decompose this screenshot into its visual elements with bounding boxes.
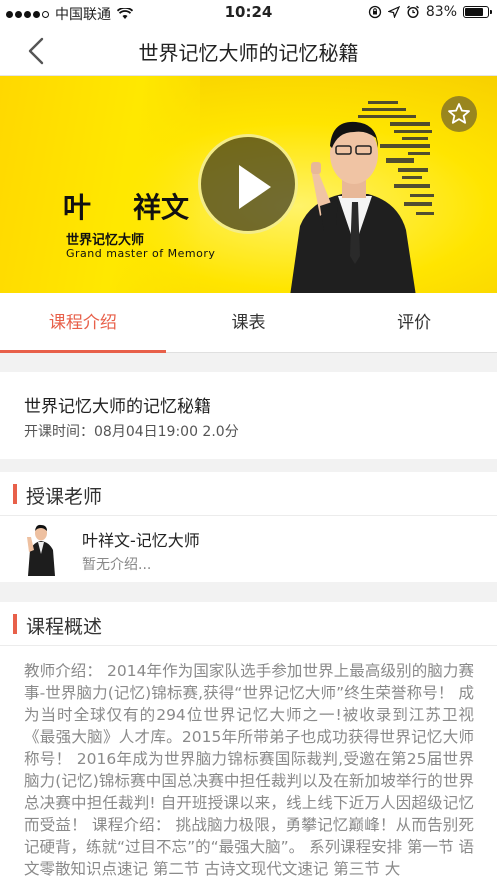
teacher-list-item[interactable]: 叶祥文-记忆大师 暂无介绍... <box>0 516 497 582</box>
play-button[interactable] <box>198 134 298 234</box>
star-icon <box>448 103 470 124</box>
course-info-card: 世界记忆大师的记忆秘籍 开课时间：08月04日19:00 2.0分 <box>0 372 497 459</box>
video-banner[interactable]: 叶祥文 世界记忆大师 Grand master of Memory <box>0 76 497 293</box>
battery-percent: 83% <box>425 4 457 20</box>
play-icon <box>239 165 271 209</box>
course-overview: 教师介绍： 2014年作为国家队选手参加世界上最高级别的脑力赛事-世界脑力(记忆… <box>0 646 497 883</box>
section-title: 课程概述 <box>26 616 103 638</box>
teacher-name: 叶祥文-记忆大师 <box>82 531 200 550</box>
status-bar: 中国联通 10:24 83% <box>0 0 497 26</box>
tab-schedule[interactable]: 课表 <box>166 293 332 352</box>
avatar <box>26 522 56 576</box>
teacher-section-header: 授课老师 <box>0 472 497 516</box>
nav-bar: 世界记忆大师的记忆秘籍 <box>0 26 497 76</box>
overview-section-header: 课程概述 <box>0 602 497 646</box>
teacher-photo <box>290 121 416 293</box>
battery-icon <box>463 6 492 18</box>
page-title: 世界记忆大师的记忆秘籍 <box>138 41 359 65</box>
teacher-title-cn: 世界记忆大师 <box>66 233 145 248</box>
tab-course-intro[interactable]: 课程介绍 <box>0 293 166 352</box>
rotation-lock-icon <box>368 5 382 19</box>
tab-reviews[interactable]: 评价 <box>331 293 497 352</box>
overview-text: 教师介绍： 2014年作为国家队选手参加世界上最高级别的脑力赛事-世界脑力(记忆… <box>24 662 474 878</box>
battery-level-fill <box>465 8 484 16</box>
course-name: 世界记忆大师的记忆秘籍 <box>24 397 211 417</box>
course-start-time: 开课时间：08月04日19:00 2.0分 <box>24 424 239 440</box>
tab-bar: 课程介绍 课表 评价 <box>0 293 497 353</box>
section-title: 授课老师 <box>26 486 103 508</box>
teacher-name-overlay: 叶祥文 <box>63 191 190 224</box>
teacher-intro: 暂无介绍... <box>82 557 152 573</box>
teacher-title-en: Grand master of Memory <box>66 247 216 260</box>
location-icon <box>387 6 400 18</box>
alarm-icon <box>406 5 419 19</box>
favorite-button[interactable] <box>441 96 477 132</box>
